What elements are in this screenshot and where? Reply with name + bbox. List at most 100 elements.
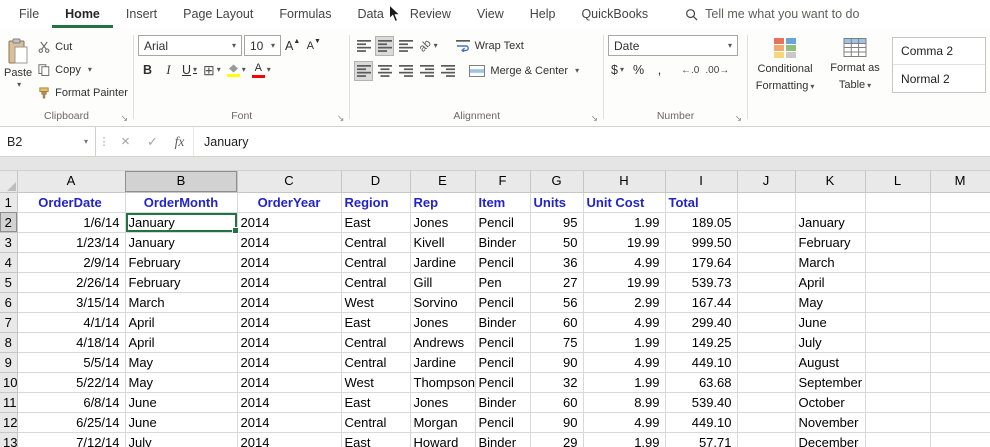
column-header-A[interactable]: A (17, 171, 126, 193)
cell-D5[interactable]: Central (341, 272, 411, 293)
cell-K11[interactable]: October (795, 392, 866, 413)
cell-F9[interactable]: Pencil (475, 352, 531, 373)
row-header-2[interactable]: 2 (0, 212, 18, 233)
cell-D12[interactable]: Central (341, 412, 411, 433)
cell-B2[interactable]: January (125, 212, 238, 233)
cell-F10[interactable]: Pencil (475, 372, 531, 393)
name-box[interactable]: B2 ▾ (0, 127, 96, 156)
cell-E7[interactable]: Jones (410, 312, 476, 333)
increase-font-size-button[interactable]: A ▲ (283, 36, 302, 56)
tab-file[interactable]: File (6, 0, 52, 28)
cell-B5[interactable]: February (125, 272, 238, 293)
cell-E13[interactable]: Howard (410, 432, 476, 447)
cell-B10[interactable]: May (125, 372, 238, 393)
cell-C9[interactable]: 2014 (237, 352, 342, 373)
align-center-button[interactable] (375, 61, 394, 81)
select-all-corner[interactable] (0, 171, 18, 193)
cell-G11[interactable]: 60 (530, 392, 584, 413)
row-header-11[interactable]: 11 (0, 392, 18, 413)
cell-L10[interactable] (865, 372, 931, 393)
conditional-formatting-button[interactable]: Conditional Formatting ▾ (752, 33, 818, 94)
column-header-L[interactable]: L (865, 171, 931, 193)
cell-L1[interactable] (865, 192, 931, 213)
cell-J12[interactable] (737, 412, 796, 433)
cell-E12[interactable]: Morgan (410, 412, 476, 433)
cell-H2[interactable]: 1.99 (583, 212, 666, 233)
cell-M13[interactable] (930, 432, 990, 447)
cell-L9[interactable] (865, 352, 931, 373)
cell-J10[interactable] (737, 372, 796, 393)
cell-M5[interactable] (930, 272, 990, 293)
currency-format-button[interactable]: $ ▾ (608, 60, 627, 80)
cell-B6[interactable]: March (125, 292, 238, 313)
cell-B4[interactable]: February (125, 252, 238, 273)
row-header-12[interactable]: 12 (0, 412, 18, 433)
cell-L5[interactable] (865, 272, 931, 293)
cell-I12[interactable]: 449.10 (665, 412, 738, 433)
cell-E6[interactable]: Sorvino (410, 292, 476, 313)
cell-D6[interactable]: West (341, 292, 411, 313)
cell-F8[interactable]: Pencil (475, 332, 531, 353)
cell-K7[interactable]: June (795, 312, 866, 333)
cell-J6[interactable] (737, 292, 796, 313)
alignment-dialog-launcher-icon[interactable]: ↘ (590, 114, 598, 123)
cell-K12[interactable]: November (795, 412, 866, 433)
cell-J13[interactable] (737, 432, 796, 447)
column-header-I[interactable]: I (665, 171, 738, 193)
cancel-icon[interactable]: × (112, 127, 139, 156)
cell-I2[interactable]: 189.05 (665, 212, 738, 233)
fill-color-button[interactable]: ▾ (225, 60, 248, 80)
column-header-D[interactable]: D (341, 171, 411, 193)
cell-I1[interactable]: Total (665, 192, 738, 213)
cell-style-comma-2[interactable]: Comma 2 (893, 38, 986, 65)
row-header-8[interactable]: 8 (0, 332, 18, 353)
cell-C7[interactable]: 2014 (237, 312, 342, 333)
cell-H3[interactable]: 19.99 (583, 232, 666, 253)
cell-M8[interactable] (930, 332, 990, 353)
cell-K13[interactable]: December (795, 432, 866, 447)
decrease-indent-button[interactable] (417, 61, 436, 81)
paste-button[interactable]: Paste ▾ (4, 33, 32, 110)
cell-J5[interactable] (737, 272, 796, 293)
cell-M2[interactable] (930, 212, 990, 233)
cell-H4[interactable]: 4.99 (583, 252, 666, 273)
row-header-3[interactable]: 3 (0, 232, 18, 253)
cut-button[interactable]: Cut (35, 36, 131, 57)
cell-C10[interactable]: 2014 (237, 372, 342, 393)
cell-L2[interactable] (865, 212, 931, 233)
cell-H1[interactable]: Unit Cost (583, 192, 666, 213)
cell-I5[interactable]: 539.73 (665, 272, 738, 293)
borders-button[interactable]: ⊞ ▾ (201, 60, 223, 80)
cell-D4[interactable]: Central (341, 252, 411, 273)
column-header-K[interactable]: K (795, 171, 866, 193)
cell-I9[interactable]: 449.10 (665, 352, 738, 373)
cell-K8[interactable]: July (795, 332, 866, 353)
italic-button[interactable]: I (159, 60, 178, 80)
cell-H9[interactable]: 4.99 (583, 352, 666, 373)
cell-C5[interactable]: 2014 (237, 272, 342, 293)
bottom-align-button[interactable] (396, 36, 415, 56)
column-header-E[interactable]: E (410, 171, 476, 193)
clipboard-dialog-launcher-icon[interactable]: ↘ (120, 114, 128, 123)
font-family-select[interactable]: Arial ▾ (137, 35, 242, 56)
tab-review[interactable]: Review (397, 0, 464, 28)
cell-F7[interactable]: Binder (475, 312, 531, 333)
cell-B8[interactable]: April (125, 332, 238, 353)
bold-button[interactable]: B (138, 60, 157, 80)
cell-H11[interactable]: 8.99 (583, 392, 666, 413)
merge-center-button[interactable]: Merge & Center ▾ (465, 60, 583, 81)
cell-D1[interactable]: Region (341, 192, 411, 213)
cell-F5[interactable]: Pen (475, 272, 531, 293)
tell-me-search[interactable]: Tell me what you want to do (685, 0, 859, 28)
cell-J1[interactable] (737, 192, 796, 213)
cell-J2[interactable] (737, 212, 796, 233)
copy-button[interactable]: Copy ▾ (35, 59, 131, 80)
increase-indent-button[interactable] (438, 61, 457, 81)
cell-E5[interactable]: Gill (410, 272, 476, 293)
cell-style-normal-2[interactable]: Normal 2 (893, 65, 986, 92)
cell-A4[interactable]: 2/9/14 (17, 252, 126, 273)
cell-D13[interactable]: East (341, 432, 411, 447)
cell-K3[interactable]: February (795, 232, 866, 253)
tab-formulas[interactable]: Formulas (266, 0, 344, 28)
cell-K1[interactable] (795, 192, 866, 213)
